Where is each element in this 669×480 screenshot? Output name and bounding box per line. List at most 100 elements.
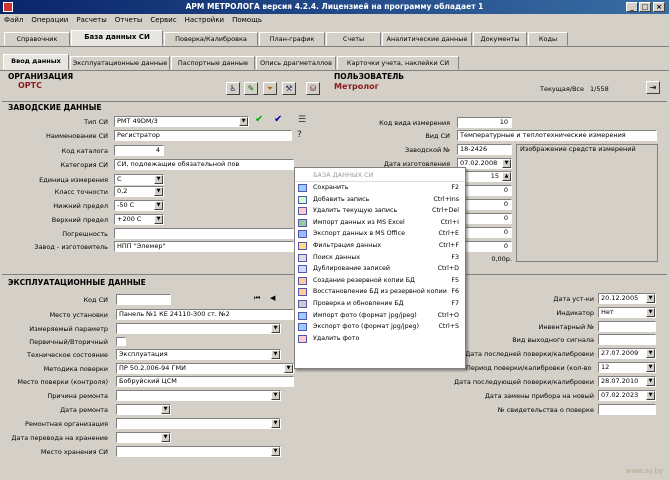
- chevron-down-icon[interactable]: ▼: [154, 187, 163, 196]
- subtab-operational[interactable]: Эксплуатационные данные: [70, 56, 170, 70]
- maximize-button[interactable]: □: [639, 2, 651, 12]
- minimize-button[interactable]: _: [626, 2, 638, 12]
- method-select[interactable]: ПР 50.2.006-94 ГМИ ▼: [116, 363, 294, 374]
- chevron-down-icon[interactable]: ▼: [646, 377, 655, 386]
- start-select[interactable]: 20.12.2005 ▼: [598, 293, 656, 304]
- tab-verification[interactable]: Поверка/Калибровка: [164, 32, 258, 46]
- chevron-down-icon[interactable]: ▼: [154, 201, 163, 210]
- image-box[interactable]: [516, 144, 658, 262]
- menu-operations[interactable]: Операции: [27, 16, 72, 24]
- code-field[interactable]: [116, 294, 171, 305]
- accessibility-icon[interactable]: ♿: [226, 82, 240, 95]
- kind-field[interactable]: Температурные и теплотехнические измерен…: [457, 130, 657, 141]
- menu-item-check-db[interactable]: Проверка и обновление БД F7: [295, 298, 465, 310]
- tab-schedule[interactable]: План-график: [259, 32, 325, 46]
- chevron-down-icon[interactable]: ▼: [646, 308, 655, 317]
- menu-item-delete[interactable]: Удалить текущую запись Ctrl+Del: [295, 205, 465, 217]
- catalog-field[interactable]: 4: [114, 145, 164, 156]
- help-icon[interactable]: ?: [297, 130, 302, 140]
- chevron-down-icon[interactable]: ▼: [161, 433, 170, 442]
- database-icon[interactable]: ⛁: [306, 82, 320, 95]
- menu-calculations[interactable]: Расчеты: [72, 16, 110, 24]
- chevron-down-icon[interactable]: ▼: [271, 419, 280, 428]
- first-record-icon[interactable]: ⏮: [254, 294, 260, 303]
- tab-codes[interactable]: Коды: [528, 32, 568, 46]
- tools-icon[interactable]: ⚒: [282, 82, 296, 95]
- prev-record-icon[interactable]: ◀: [270, 294, 275, 302]
- place-field[interactable]: Панель №1 КЕ 24110-300 ст. №2: [116, 309, 294, 320]
- kind-code-field[interactable]: 10: [457, 117, 512, 128]
- cert-field[interactable]: [598, 404, 656, 415]
- maker-field[interactable]: НПП "Элемер": [114, 241, 294, 252]
- subtab-passport[interactable]: Паспортные данные: [171, 56, 255, 70]
- edit-icon[interactable]: ✎: [244, 82, 258, 95]
- chevron-down-icon[interactable]: ▼: [502, 159, 511, 168]
- last-select[interactable]: 27.07.2009 ▼: [598, 348, 656, 359]
- menu-file[interactable]: Файл: [0, 16, 27, 24]
- tab-analytics[interactable]: Аналитические данные: [382, 32, 472, 46]
- error-field[interactable]: [114, 228, 294, 239]
- vplace-field[interactable]: Бобруйский ЦСМ: [116, 376, 294, 387]
- filter-icon[interactable]: ⏷: [263, 82, 277, 95]
- spin-icon[interactable]: ▲: [502, 172, 511, 181]
- menu-item-add[interactable]: Добавить запись Ctrl+Ins: [295, 194, 465, 206]
- last2-select[interactable]: 28.07.2010 ▼: [598, 376, 656, 387]
- menu-help[interactable]: Помощь: [228, 16, 266, 24]
- menu-item-duplicate[interactable]: Дублирование записей Ctrl+D: [295, 263, 465, 275]
- menu-item-import-photo[interactable]: Импорт фото (формат jpg/jpeg) Ctrl+O: [295, 310, 465, 322]
- chevron-down-icon[interactable]: ▼: [646, 349, 655, 358]
- list-icon[interactable]: ☰: [298, 115, 306, 125]
- interval-select[interactable]: 12 ▼: [598, 362, 656, 373]
- tab-documents[interactable]: Документы: [473, 32, 527, 46]
- chevron-down-icon[interactable]: ▼: [646, 363, 655, 372]
- store-place-select[interactable]: ▼: [116, 446, 281, 457]
- tech-select[interactable]: Эксплуатация ▼: [116, 349, 281, 360]
- chevron-down-icon[interactable]: ▼: [646, 391, 655, 400]
- tab-database[interactable]: База данных СИ: [71, 30, 163, 46]
- menu-item-search[interactable]: Поиск данных F3: [295, 252, 465, 264]
- chevron-down-icon[interactable]: ▼: [271, 447, 280, 456]
- menu-item-export-photo[interactable]: Экспорт фото (формат jpg/jpeg) Ctrl+S: [295, 321, 465, 333]
- accuracy-select[interactable]: 0,2 ▼: [114, 186, 164, 197]
- primary-checkbox[interactable]: [116, 337, 126, 346]
- reason-select[interactable]: ▼: [116, 390, 281, 401]
- tab-reference[interactable]: Справочник: [4, 32, 70, 46]
- close-button[interactable]: ×: [653, 2, 665, 12]
- menu-item-filter[interactable]: Фильтрация данных Ctrl+F: [295, 240, 465, 252]
- menu-item-restore[interactable]: Восстановление БД из резервной копии F6: [295, 286, 465, 298]
- serial-field[interactable]: 18-2426: [457, 144, 512, 155]
- menu-item-save[interactable]: Сохранить F2: [295, 182, 465, 194]
- indicator-select[interactable]: Нет ▼: [598, 307, 656, 318]
- high-select[interactable]: +200 С ▼: [114, 214, 164, 225]
- menu-item-export-office[interactable]: Экспорт данных в MS Office Ctrl+E: [295, 228, 465, 240]
- unit-select[interactable]: С ▼: [114, 174, 164, 185]
- tab-accounts[interactable]: Счеты: [326, 32, 381, 46]
- reporg-select[interactable]: ▼: [116, 418, 281, 429]
- chevron-down-icon[interactable]: ▼: [271, 324, 280, 333]
- exit-icon[interactable]: ⇥: [646, 81, 660, 94]
- inv-field[interactable]: [598, 321, 656, 332]
- type-select[interactable]: РМТ 49DM/3 ▼: [114, 116, 249, 127]
- output-field[interactable]: [598, 334, 656, 345]
- subtab-metals[interactable]: Опись драгметаллов: [256, 56, 336, 70]
- chevron-down-icon[interactable]: ▼: [271, 350, 280, 359]
- chevron-down-icon[interactable]: ▼: [161, 405, 170, 414]
- chevron-down-icon[interactable]: ▼: [154, 175, 163, 184]
- check-all-icon[interactable]: ✔: [274, 114, 282, 125]
- chevron-down-icon[interactable]: ▼: [271, 391, 280, 400]
- subtab-cards[interactable]: Карточки учета, наклейки СИ: [337, 56, 459, 70]
- menu-item-import-excel[interactable]: Импорт данных из MS Excel Ctrl+I: [295, 217, 465, 229]
- chevron-down-icon[interactable]: ▼: [154, 215, 163, 224]
- name-field[interactable]: Регистратор: [114, 130, 292, 141]
- chevron-down-icon[interactable]: ▼: [284, 364, 293, 373]
- category-field[interactable]: СИ, подлежащие обязательной пов: [114, 159, 294, 170]
- replace-select[interactable]: 07.02.2023 ▼: [598, 390, 656, 401]
- menu-item-backup[interactable]: Создание резервной копии БД F5: [295, 275, 465, 287]
- repdate-select[interactable]: ▼: [116, 404, 171, 415]
- menu-service[interactable]: Сервис: [146, 16, 180, 24]
- low-select[interactable]: -50 С ▼: [114, 200, 164, 211]
- chevron-down-icon[interactable]: ▼: [646, 294, 655, 303]
- menu-item-delete-photo[interactable]: Удалить фото: [295, 333, 465, 345]
- subtab-input[interactable]: Ввод данных: [3, 54, 69, 70]
- check-icon[interactable]: ✔: [255, 114, 263, 125]
